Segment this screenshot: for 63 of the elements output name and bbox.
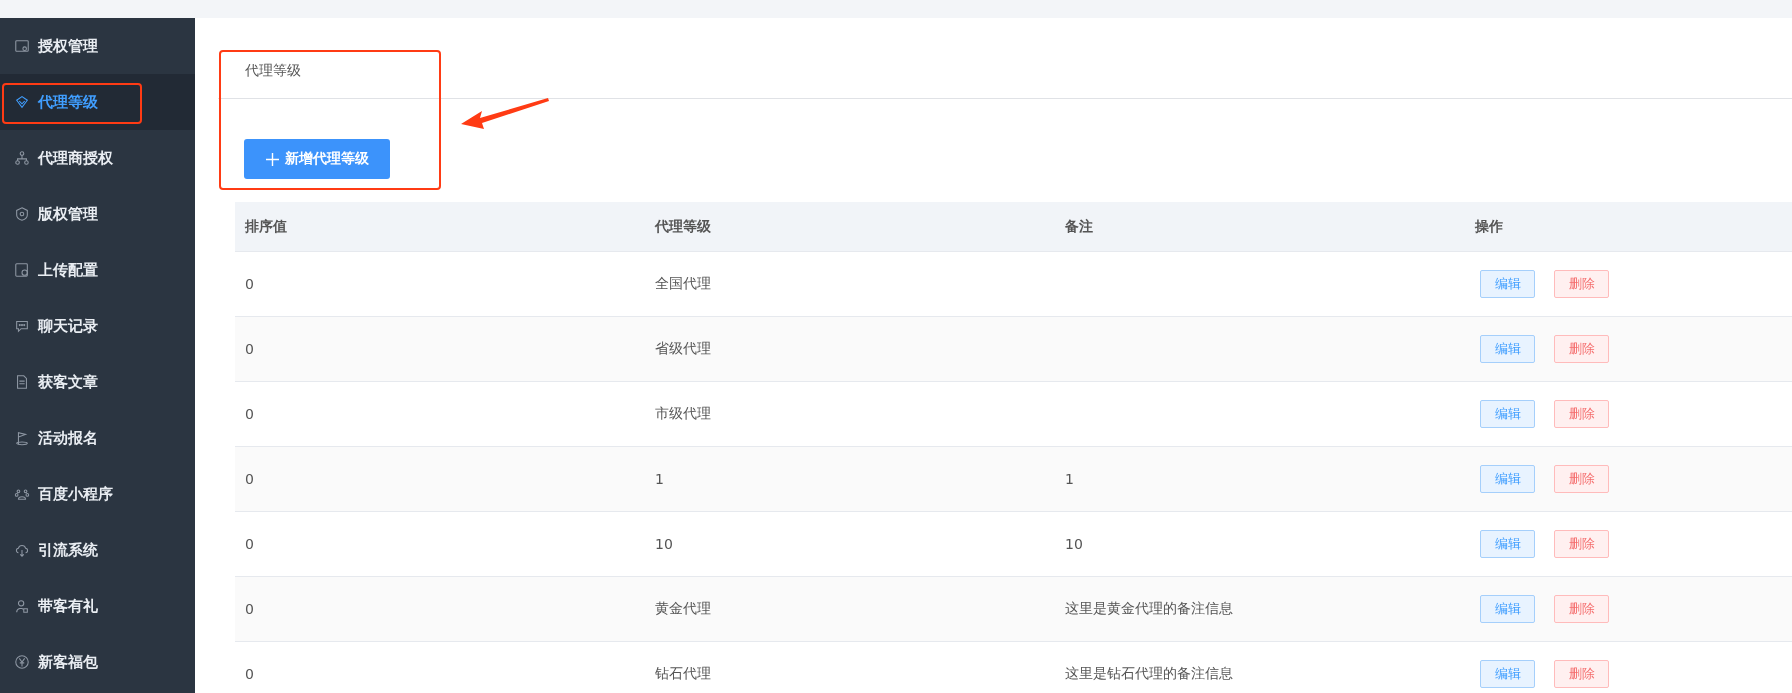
edit-button[interactable]: 编辑 (1480, 335, 1535, 363)
sidebar-item[interactable]: 获客文章 (0, 354, 195, 410)
delete-button[interactable]: 删除 (1554, 660, 1609, 688)
sidebar-item[interactable]: 活动报名 (0, 410, 195, 466)
sidebar-item[interactable]: 代理商授权 (0, 130, 195, 186)
table-cell: 10 (1065, 536, 1083, 552)
table-cell: 0 (245, 471, 254, 487)
edit-button[interactable]: 编辑 (1480, 400, 1535, 428)
table-cell: 省级代理 (655, 340, 711, 356)
menu-item-icon (14, 262, 30, 278)
sidebar-item[interactable]: 代理等级 (0, 74, 195, 130)
delete-button[interactable]: 删除 (1554, 530, 1609, 558)
sidebar-item[interactable]: 百度小程序 (0, 466, 195, 522)
table-cell: 1 (1065, 471, 1074, 487)
table-cell: 这里是黄金代理的备注信息 (1065, 600, 1233, 616)
table-cell: 0 (245, 406, 254, 422)
column-header: 排序值 (245, 217, 287, 234)
edit-button[interactable]: 编辑 (1480, 595, 1535, 623)
table-cell: 0 (245, 276, 254, 292)
table-cell: 1 (655, 471, 664, 487)
panel-title: 代理等级 (245, 62, 301, 80)
table-cell: 0 (245, 601, 254, 617)
table-cell: 黄金代理 (655, 600, 711, 616)
delete-button[interactable]: 删除 (1554, 465, 1609, 493)
menu-item-icon (14, 374, 30, 390)
table-cell: 10 (655, 536, 673, 552)
add-level-button[interactable]: 新增代理等级 (244, 139, 390, 179)
menu-item-icon (14, 206, 30, 222)
table-cell: 0 (245, 341, 254, 357)
table-cell: 0 (245, 536, 254, 552)
menu-item-icon (14, 150, 30, 166)
menu-item-icon (14, 94, 30, 110)
column-header: 操作 (1475, 217, 1503, 234)
edit-button[interactable]: 编辑 (1480, 530, 1535, 558)
column-header: 代理等级 (655, 217, 711, 234)
menu-item-icon (14, 486, 30, 502)
table-cell: 这里是钻石代理的备注信息 (1065, 665, 1233, 681)
column-header: 备注 (1065, 217, 1093, 234)
table-cell: 全国代理 (655, 275, 711, 291)
delete-button[interactable]: 删除 (1554, 270, 1609, 298)
sidebar-item[interactable]: 聊天记录 (0, 298, 195, 354)
edit-button[interactable]: 编辑 (1480, 465, 1535, 493)
delete-button[interactable]: 删除 (1554, 400, 1609, 428)
menu-item-icon (14, 598, 30, 614)
edit-button[interactable]: 编辑 (1480, 660, 1535, 688)
delete-button[interactable]: 删除 (1554, 595, 1609, 623)
sidebar-item[interactable]: 版权管理 (0, 186, 195, 242)
sidebar-item[interactable]: 新客福包 (0, 634, 195, 690)
sidebar-item[interactable]: 引流系统 (0, 522, 195, 578)
menu-item-icon (14, 38, 30, 54)
menu-item-icon (14, 654, 30, 670)
table-cell: 钻石代理 (655, 665, 711, 681)
sidebar-item[interactable]: 授权管理 (0, 18, 195, 74)
menu-item-icon (14, 318, 30, 334)
table-cell: 市级代理 (655, 405, 711, 421)
plus-icon (265, 152, 279, 166)
table-cell: 0 (245, 666, 254, 682)
delete-button[interactable]: 删除 (1554, 335, 1609, 363)
sidebar-item[interactable]: 上传配置 (0, 242, 195, 298)
edit-button[interactable]: 编辑 (1480, 270, 1535, 298)
menu-item-icon (14, 430, 30, 446)
sidebar-item[interactable]: 带客有礼 (0, 578, 195, 634)
menu-item-icon (14, 542, 30, 558)
